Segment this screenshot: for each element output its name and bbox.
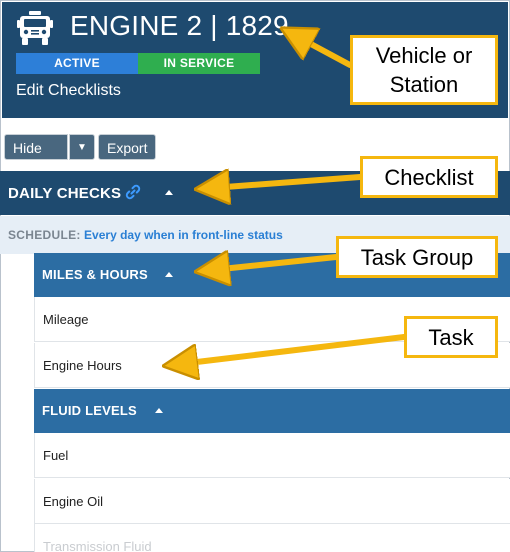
task-group-title: FLUID LEVELS bbox=[42, 403, 137, 418]
task-row[interactable]: Transmission Fluid bbox=[34, 524, 510, 552]
collapse-caret-icon[interactable] bbox=[155, 408, 163, 413]
caret-down-icon: ▼ bbox=[77, 142, 87, 153]
task-row[interactable]: Engine Oil bbox=[34, 479, 510, 524]
collapse-caret-icon[interactable] bbox=[165, 272, 173, 277]
callout-task: Task bbox=[404, 316, 498, 358]
task-group-header[interactable]: FLUID LEVELS bbox=[34, 389, 510, 433]
hide-all-dropdown-button[interactable]: ▼ bbox=[69, 134, 95, 160]
callout-task-group: Task Group bbox=[336, 236, 498, 278]
status-badge-active: ACTIVE bbox=[16, 53, 138, 74]
schedule-label: SCHEDULE: bbox=[8, 228, 81, 242]
fire-truck-icon bbox=[17, 11, 53, 45]
hide-all-button[interactable]: Hide All bbox=[4, 134, 68, 182]
callout-checklist: Checklist bbox=[360, 156, 498, 198]
edit-checklists-link[interactable]: Edit Checklists bbox=[16, 82, 121, 100]
collapse-caret-icon[interactable] bbox=[165, 190, 173, 195]
task-group-title: MILES & HOURS bbox=[42, 267, 148, 282]
task-row[interactable]: Fuel bbox=[34, 433, 510, 478]
schedule-value: Every day when in front-line status bbox=[84, 228, 283, 242]
export-button[interactable]: Export bbox=[98, 134, 156, 160]
checklist-title: DAILY CHECKS bbox=[8, 185, 122, 202]
vehicle-title: ENGINE 2 | 1829 bbox=[70, 10, 289, 41]
link-icon[interactable] bbox=[124, 183, 142, 201]
callout-vehicle-or-station: Vehicle or Station bbox=[350, 35, 498, 105]
status-badge-in-service: IN SERVICE bbox=[138, 53, 260, 74]
